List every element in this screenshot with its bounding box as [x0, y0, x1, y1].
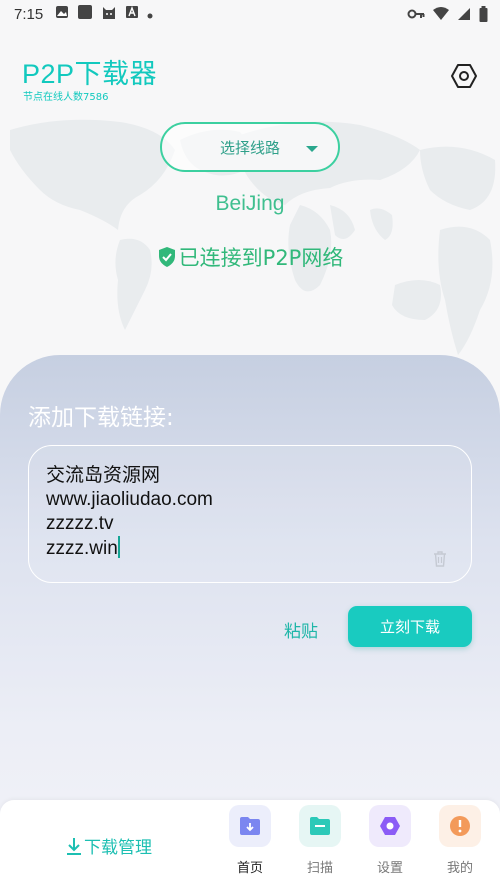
dot-icon: [147, 6, 153, 23]
nav-mine[interactable]: 我的: [438, 805, 482, 876]
exclamation-icon: [439, 805, 481, 847]
bottom-nav: 下载管理 首页 扫描 设置 我的: [0, 800, 500, 889]
route-select-label: 选择线路: [219, 138, 280, 157]
status-right: [407, 6, 488, 22]
text-cursor: [117, 536, 120, 558]
nav-scan[interactable]: 扫描: [298, 805, 342, 876]
link-input-area[interactable]: 交流岛资源网 www.jiaoliudao.com zzzzz.tv zzzz.…: [28, 445, 472, 583]
panel-title: 添加下载链接:: [28, 405, 174, 431]
download-arrow-icon: [67, 837, 81, 855]
connection-status: 已连接到P2P网络: [0, 242, 500, 272]
city-label: BeiJing: [215, 192, 285, 215]
nav-mine-label: 我的: [446, 861, 473, 876]
node-count-text: 节点在线人数7586: [23, 92, 109, 103]
nav-settings[interactable]: 设置: [368, 805, 412, 876]
wifi-icon: [433, 7, 449, 20]
link-line: www.jiaoliudao.com: [46, 489, 213, 510]
link-input-text[interactable]: 交流岛资源网 www.jiaoliudao.com zzzzz.tv zzzz.…: [46, 464, 213, 561]
download-manage-button[interactable]: 下载管理: [66, 833, 152, 858]
paste-button[interactable]: 粘贴: [284, 617, 318, 642]
nav-home-label: 首页: [236, 861, 263, 876]
nav-scan-label: 扫描: [306, 861, 333, 876]
signal-icon: [458, 8, 470, 20]
download-now-label: 立刻下载: [379, 618, 440, 636]
shield-check-icon: [158, 247, 175, 267]
dropdown-caret-icon: [306, 146, 318, 152]
home-download-icon: [229, 805, 271, 847]
status-bar: 7:15: [0, 0, 500, 28]
connection-status-text: 已连接到P2P网络: [178, 246, 344, 270]
hexagon-settings-icon[interactable]: [450, 62, 478, 90]
link-line: zzzz.win: [46, 538, 118, 559]
a-notification-icon: [125, 5, 139, 23]
battery-icon: [479, 6, 488, 22]
route-select-dropdown[interactable]: 选择线路: [160, 122, 340, 172]
vpn-key-icon: [407, 9, 425, 19]
link-line: 交流岛资源网: [46, 465, 161, 486]
status-time: 7:15: [14, 5, 44, 23]
nav-home[interactable]: 首页: [228, 805, 272, 876]
folder-icon: [299, 805, 341, 847]
trash-icon[interactable]: [433, 551, 447, 567]
nav-settings-label: 设置: [376, 861, 403, 876]
download-now-button[interactable]: 立刻下载: [348, 606, 472, 647]
link-line: zzzzz.tv: [46, 513, 114, 534]
image-notification-icon: [55, 5, 69, 23]
settings-icon: [369, 805, 411, 847]
cat-notification-icon: [101, 4, 117, 24]
app-title: P2P下载器: [22, 59, 158, 89]
download-manage-label: 下载管理: [84, 838, 152, 858]
app-notification-icon: [77, 4, 93, 24]
